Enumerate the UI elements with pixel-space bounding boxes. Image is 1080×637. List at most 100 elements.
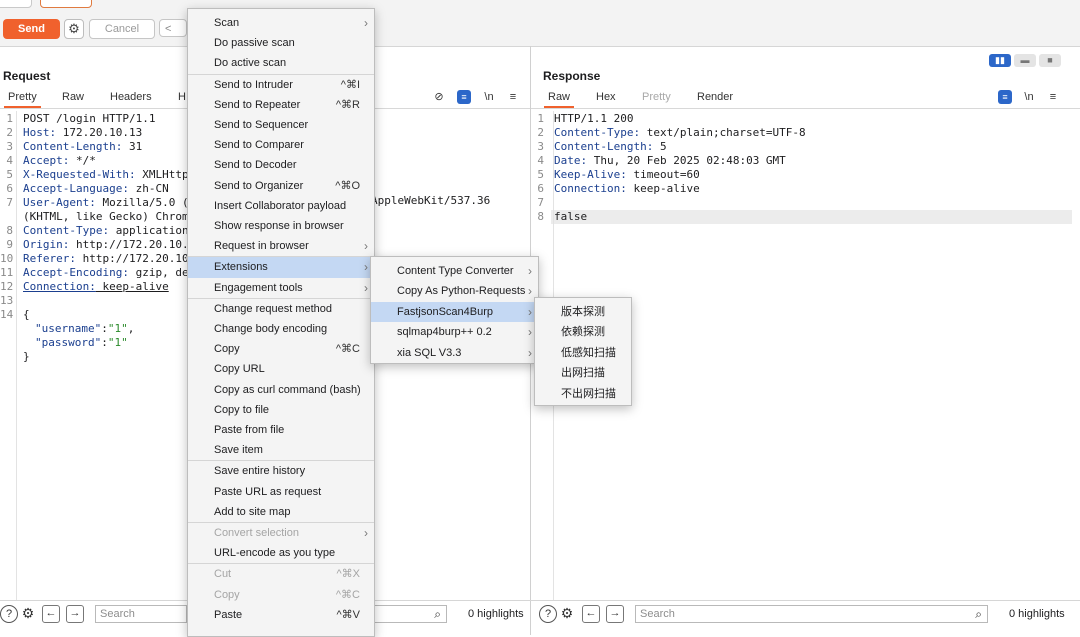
menu-item-scan[interactable]: Scan › — [188, 13, 374, 33]
next-match-icon[interactable]: → — [66, 605, 84, 623]
cancel-button[interactable]: Cancel — [89, 19, 155, 39]
menu-item-do-active-scan[interactable]: Do active scan — [188, 53, 374, 73]
header-name: Content-Type: — [23, 224, 110, 237]
menu-item-copy-to-file[interactable]: Copy to file — [188, 400, 374, 420]
menu-item-label: Request in browser — [214, 240, 309, 253]
tab-partial-2[interactable] — [40, 0, 92, 8]
menu-item[interactable]: 低感知扫描 — [535, 343, 631, 363]
menu-item-send-to-repeater[interactable]: Send to Repeater ^⌘R — [188, 95, 374, 115]
help-icon[interactable]: ? — [0, 605, 18, 623]
menu-item-xia-sql-v3-3[interactable]: xia SQL V3.3 › — [371, 343, 538, 363]
tab-raw[interactable]: Raw — [543, 91, 575, 108]
header-name: Content-Length: — [23, 140, 123, 153]
code-line: Content-Type: text/plain;charset=UTF-8 — [554, 126, 806, 140]
menu-item[interactable]: 出网扫描 — [535, 363, 631, 383]
menu-item-change-request-method[interactable]: Change request method — [188, 299, 374, 319]
menu-icon[interactable]: ≡ — [506, 90, 520, 104]
prev-match-icon[interactable]: ← — [582, 605, 600, 623]
gear-icon[interactable]: ⚙ — [64, 19, 84, 39]
header-value: Thu, 20 Feb 2025 02:48:03 GMT — [587, 154, 786, 167]
tab-partial-1[interactable] — [0, 0, 32, 8]
menu-item-content-type-converter[interactable]: Content Type Converter › — [371, 261, 538, 281]
menu-item-send-to-comparer[interactable]: Send to Comparer — [188, 135, 374, 155]
tab-pretty[interactable]: Pretty — [4, 91, 41, 108]
menu-item[interactable]: 依赖探测 — [535, 322, 631, 342]
menu-item-label: Send to Organizer — [214, 179, 304, 192]
menu-item-insert-collaborator-payload[interactable]: Insert Collaborator payload — [188, 196, 374, 216]
menu-item-label: Copy to file — [214, 403, 270, 416]
header-value: Mozilla/5.0 (W — [95, 196, 196, 209]
tab-pretty[interactable]: Pretty — [642, 91, 671, 103]
menu-item-copy[interactable]: Copy ^⌘C — [188, 339, 374, 359]
chevron-right-icon: › — [364, 239, 368, 254]
menu-item-sqlmap4burp-0-2[interactable]: sqlmap4burp++ 0.2 › — [371, 322, 538, 342]
menu-item[interactable]: 版本探测 — [535, 302, 631, 322]
settings-icon[interactable]: ⚙ — [559, 605, 575, 621]
menu-item-send-to-sequencer[interactable]: Send to Sequencer — [188, 115, 374, 135]
horizontal-view-icon[interactable]: ▬ — [1014, 54, 1036, 67]
menu-item-url-encode-as-you-type[interactable]: URL-encode as you type — [188, 543, 374, 563]
menu-item-copy-as-curl-command-bash[interactable]: Copy as curl command (bash) — [188, 380, 374, 400]
line-number: 6 — [537, 182, 544, 195]
wrap-lines-icon[interactable]: ≡ — [998, 90, 1012, 104]
header-value: timeout=60 — [626, 168, 700, 181]
tab-hex[interactable]: H — [178, 91, 186, 103]
line-number: 8 — [537, 210, 544, 223]
menu-item-label: Send to Decoder — [214, 159, 297, 172]
tab-raw[interactable]: Raw — [62, 91, 84, 103]
menu-item-engagement-tools[interactable]: Engagement tools › — [188, 278, 374, 298]
hide-nonprintable-icon[interactable]: ⊘ — [432, 90, 446, 104]
menu-item-extensions[interactable]: Extensions › — [188, 257, 374, 278]
line-number: 4 — [537, 154, 544, 167]
tab-strip — [0, 0, 200, 8]
prev-match-icon[interactable]: ← — [42, 605, 60, 623]
response-search-input[interactable]: Search ⌕ — [635, 605, 988, 623]
menu-item-copy-as-python-requests[interactable]: Copy As Python-Requests › — [371, 281, 538, 301]
menu-item-change-body-encoding[interactable]: Change body encoding — [188, 319, 374, 339]
code-line: HTTP/1.1 200 — [554, 112, 634, 125]
request-highlights-count: 0 highlights — [468, 608, 524, 620]
menu-item-convert-selection[interactable]: Convert selection › — [188, 523, 374, 543]
menu-item-add-to-site-map[interactable]: Add to site map — [188, 502, 374, 522]
back-button[interactable]: < — [159, 19, 187, 37]
newline-icon[interactable]: \n — [482, 90, 496, 104]
menu-item-show-response-in-browser[interactable]: Show response in browser — [188, 216, 374, 236]
menu-item-save-item[interactable]: Save item — [188, 440, 374, 460]
tab-hex[interactable]: Hex — [596, 91, 616, 103]
split-view-icon[interactable]: ▮▮ — [989, 54, 1011, 67]
menu-item-copy-url[interactable]: Copy URL — [188, 359, 374, 379]
menu-item[interactable]: 不出网扫描 — [535, 384, 631, 404]
menu-item-send-to-organizer[interactable]: Send to Organizer ^⌘O — [188, 176, 374, 196]
menu-item-do-passive-scan[interactable]: Do passive scan — [188, 33, 374, 53]
menu-item-copy[interactable]: Copy ^⌘C — [188, 585, 374, 605]
settings-icon[interactable]: ⚙ — [20, 605, 36, 621]
menu-item-fastjsonscan4burp[interactable]: FastjsonScan4Burp › — [371, 301, 538, 323]
newline-icon[interactable]: \n — [1022, 90, 1036, 104]
menu-icon[interactable]: ≡ — [1046, 90, 1060, 104]
menu-item-label: Paste from file — [214, 424, 285, 436]
menu-item-label: Show response in browser — [214, 220, 344, 232]
line-number: 12 — [0, 280, 14, 293]
menu-item-paste-from-file[interactable]: Paste from file — [188, 420, 374, 440]
help-icon[interactable]: ? — [539, 605, 557, 623]
menu-item-send-to-decoder[interactable]: Send to Decoder — [188, 155, 374, 175]
line-number: 1 — [6, 112, 13, 125]
wrap-lines-icon[interactable]: ≡ — [457, 90, 471, 104]
menu-item-paste[interactable]: Paste ^⌘V — [188, 605, 374, 625]
single-view-icon[interactable]: ■ — [1039, 54, 1061, 67]
request-search-input[interactable]: Search — [95, 605, 187, 623]
shortcut-label: ^⌘O — [335, 179, 360, 192]
request-search-input-tail[interactable]: ⌕ — [373, 605, 447, 623]
tab-render[interactable]: Render — [697, 91, 733, 103]
menu-item-request-in-browser[interactable]: Request in browser › — [188, 236, 374, 256]
menu-item-paste-url-as-request[interactable]: Paste URL as request — [188, 482, 374, 502]
shortcut-label: ^⌘C — [335, 588, 360, 601]
menu-item-save-entire-history[interactable]: Save entire history — [188, 461, 374, 481]
tab-headers[interactable]: Headers — [110, 91, 152, 103]
code-line: Origin: http://172.20.10.1 — [23, 238, 195, 252]
line-number: 10 — [0, 252, 14, 265]
menu-item-send-to-intruder[interactable]: Send to Intruder ^⌘I — [188, 75, 374, 95]
send-button[interactable]: Send — [3, 19, 60, 39]
next-match-icon[interactable]: → — [606, 605, 624, 623]
menu-item-cut[interactable]: Cut ^⌘X — [188, 564, 374, 584]
